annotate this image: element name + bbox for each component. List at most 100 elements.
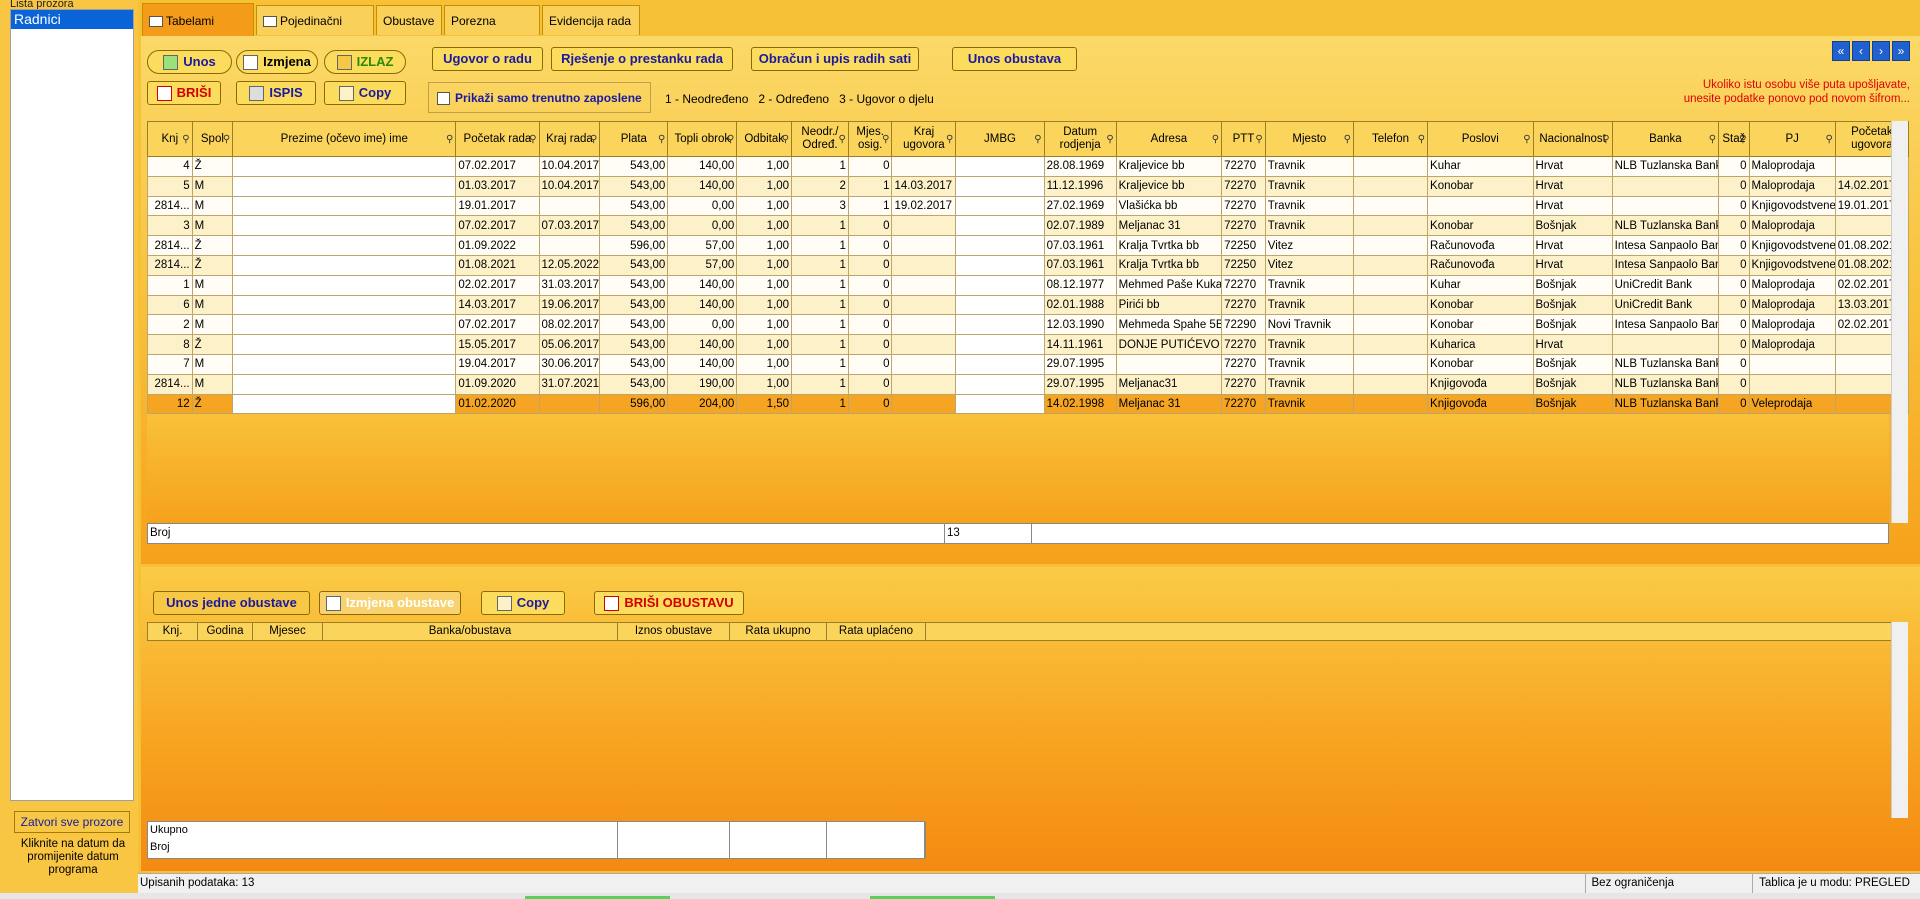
table-cell[interactable]: Konobar: [1427, 215, 1534, 237]
izmjena-button[interactable]: Izmjena: [236, 50, 318, 74]
copy-button[interactable]: Copy: [324, 81, 406, 105]
unos-obustava-button[interactable]: Unos obustava: [952, 47, 1077, 71]
table-cell[interactable]: 31.03.2017: [538, 274, 601, 296]
table-cell[interactable]: Bošnjak: [1532, 314, 1613, 336]
table-cell[interactable]: 07.03.1961: [1043, 235, 1117, 256]
column-header[interactable]: Kraj rada ⚲: [538, 121, 601, 157]
table-cell[interactable]: Konobar: [1427, 353, 1534, 375]
table-cell[interactable]: Kraljevice bb: [1115, 175, 1223, 197]
table-cell[interactable]: Maloprodaja: [1748, 156, 1836, 177]
table-cell[interactable]: [891, 274, 957, 296]
column-header[interactable]: Mjesto ⚲: [1264, 121, 1354, 157]
table-cell[interactable]: 1,00: [736, 195, 793, 217]
table-cell[interactable]: 0: [847, 393, 893, 415]
table-cell[interactable]: 1,00: [736, 294, 793, 316]
ugovor-o-radu-button[interactable]: Ugovor o radu: [432, 47, 543, 71]
table-row[interactable]: 2814... Ž 01.09.2022 596,00 57,00 1,00 1 0 07.03…: [147, 235, 1910, 256]
table-cell[interactable]: 0: [847, 353, 893, 375]
column-header[interactable]: Početak rada ⚲: [455, 121, 540, 157]
table-cell[interactable]: 7: [147, 353, 193, 375]
table-cell[interactable]: [891, 215, 957, 237]
table-cell[interactable]: 07.03.1961: [1043, 254, 1117, 276]
column-header[interactable]: Mjes. osig. ⚲: [847, 121, 893, 157]
table-cell[interactable]: 01.09.2020: [455, 373, 540, 395]
table-cell[interactable]: [232, 175, 457, 197]
table-cell[interactable]: Meljanac 31: [1115, 215, 1223, 237]
table-cell[interactable]: 0: [847, 215, 893, 237]
table-cell[interactable]: Maloprodaja: [1748, 274, 1836, 296]
table-cell[interactable]: [1352, 175, 1429, 197]
col-godina[interactable]: Godina: [198, 623, 253, 640]
table-cell[interactable]: 1: [791, 314, 849, 336]
table-cell[interactable]: [1352, 274, 1429, 296]
table-cell[interactable]: [955, 314, 1045, 336]
table-cell[interactable]: 29.07.1995: [1043, 373, 1117, 395]
table-cell[interactable]: [891, 314, 957, 336]
izlaz-button[interactable]: IZLAZ: [324, 50, 406, 74]
table-cell[interactable]: 0: [1718, 235, 1750, 256]
table-row[interactable]: 12 Ž 01.02.2020 596,00 204,00 1,50 1 0 14.02.199…: [147, 393, 1910, 415]
table-cell[interactable]: 190,00: [667, 373, 738, 395]
table-cell[interactable]: [232, 294, 457, 316]
table-cell[interactable]: 0,00: [667, 195, 738, 217]
table-cell[interactable]: Travnik: [1264, 175, 1354, 197]
table-cell[interactable]: [538, 195, 601, 217]
date-hint-text[interactable]: Kliknite na datum da promijenite datum p…: [12, 838, 134, 877]
last-record-icon[interactable]: »: [1892, 41, 1910, 61]
table-cell[interactable]: [891, 334, 957, 355]
table-cell[interactable]: Knjigovodstvene: [1748, 195, 1836, 217]
table-cell[interactable]: 0: [1718, 274, 1750, 296]
column-header[interactable]: Knj ⚲: [147, 121, 193, 157]
table-cell[interactable]: 19.06.2017: [538, 294, 601, 316]
table-cell[interactable]: 07.02.2017: [455, 215, 540, 237]
show-current-employees-label[interactable]: Prikaži samo trenutno zaposlene: [455, 91, 642, 105]
table-cell[interactable]: [1115, 353, 1223, 375]
table-cell[interactable]: Kuhar: [1427, 156, 1534, 177]
table-cell[interactable]: 543,00: [599, 274, 669, 296]
table-row[interactable]: 4 Ž 07.02.2017 10.04.2017 543,00 140,00 1,00 1 0…: [147, 156, 1910, 177]
table-cell[interactable]: 1,00: [736, 334, 793, 355]
table-cell[interactable]: 0: [847, 274, 893, 296]
column-header[interactable]: Prezime (očevo ime) ime ⚲: [232, 121, 457, 157]
table-cell[interactable]: [232, 235, 457, 256]
table-cell[interactable]: Travnik: [1264, 334, 1354, 355]
table-cell[interactable]: Maloprodaja: [1748, 314, 1836, 336]
table-cell[interactable]: [955, 353, 1045, 375]
table-cell[interactable]: 596,00: [599, 235, 669, 256]
table-cell[interactable]: 72270: [1221, 175, 1266, 197]
table-cell[interactable]: 14.03.2017: [891, 175, 957, 197]
table-cell[interactable]: [1352, 235, 1429, 256]
table-cell[interactable]: M: [191, 353, 234, 375]
table-cell[interactable]: 19.04.2017: [455, 353, 540, 375]
table-cell[interactable]: 1: [791, 156, 849, 177]
table-cell[interactable]: Intesa Sanpaolo Bank: [1611, 235, 1720, 256]
table-cell[interactable]: Bošnjak: [1532, 215, 1613, 237]
col-banka-obustava[interactable]: Banka/obustava: [323, 623, 618, 640]
table-cell[interactable]: Novi Travnik: [1264, 314, 1354, 336]
table-cell[interactable]: 140,00: [667, 353, 738, 375]
table-cell[interactable]: [955, 235, 1045, 256]
table-cell[interactable]: Knjigovođa: [1427, 393, 1534, 415]
table-cell[interactable]: 596,00: [599, 393, 669, 415]
unos-jedne-obustave-button[interactable]: Unos jedne obustave: [153, 591, 310, 615]
table-cell[interactable]: 02.01.1988: [1043, 294, 1117, 316]
ispis-button[interactable]: ISPIS: [236, 81, 316, 105]
table-cell[interactable]: 1: [791, 373, 849, 395]
table-cell[interactable]: 1,00: [736, 314, 793, 336]
table-cell[interactable]: [232, 274, 457, 296]
table-cell[interactable]: 57,00: [667, 254, 738, 276]
table-cell[interactable]: [1427, 195, 1534, 217]
table-cell[interactable]: Travnik: [1264, 353, 1354, 375]
table-cell[interactable]: Travnik: [1264, 156, 1354, 177]
table-cell[interactable]: 0: [847, 294, 893, 316]
table-cell[interactable]: Travnik: [1264, 274, 1354, 296]
table-cell[interactable]: 140,00: [667, 274, 738, 296]
table-cell[interactable]: Kraljevice bb: [1115, 156, 1223, 177]
table-cell[interactable]: [955, 156, 1045, 177]
izmjena-obustave-button[interactable]: Izmjena obustave: [319, 591, 461, 615]
table-cell[interactable]: 01.02.2020: [455, 393, 540, 415]
table-cell[interactable]: 0: [1718, 215, 1750, 237]
table-cell[interactable]: [232, 334, 457, 355]
table-cell[interactable]: 30.06.2017: [538, 353, 601, 375]
table-cell[interactable]: 543,00: [599, 156, 669, 177]
